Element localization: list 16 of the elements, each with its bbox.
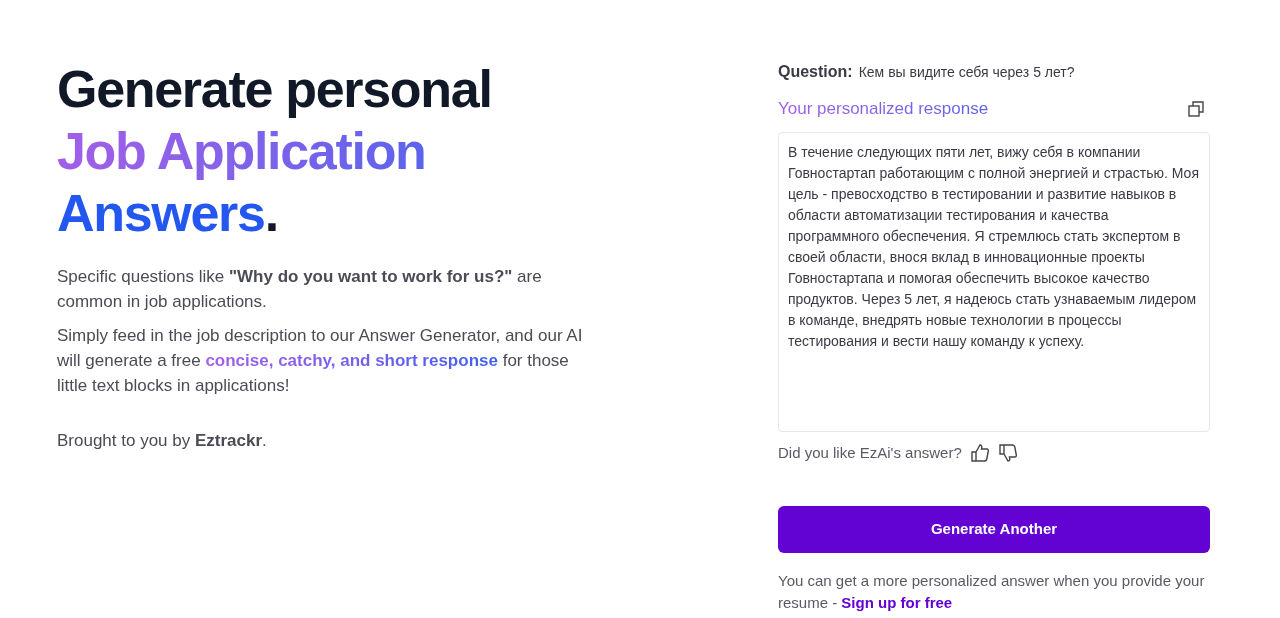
headline-period: . <box>264 183 278 244</box>
feedback-prompt: Did you like EzAi's answer? <box>778 442 962 463</box>
response-field[interactable]: В течение следующих пяти лет, вижу себя в компании Говностартап работающим с полной энергией и страстью. Моя цель - превосходство в тестировании и развитие навыков в области автоматизации тестирования и качества программного обеспечения. Я стремлюсь стать экспертом в своей области, внося вклад в инновационные проекты Говностартапа и помогая обеспечить высокое качество продуктов. Через 5 лет, я надеюсь стать узнаваемым лидером в команде, внедрять новые технологии в процессы тестирования и вести нашу команду к успеху. <box>778 131 1210 432</box>
intro-paragraph: Specific questions like "Why do you want to work for us?" are common in job applications. <box>57 266 543 313</box>
description-paragraph: Simply feed in the job description to our Answer Generator, and our AI will generate a free concise, catchy, and short response for those little text blocks in applications! <box>57 325 584 397</box>
generate-another-button[interactable]: Generate Another <box>778 506 1210 553</box>
headline: Answers <box>57 183 265 244</box>
signup-note: You can get a more personalized answer when you provide your resume - Sign up for free <box>778 571 1206 613</box>
copy-icon[interactable] <box>1188 100 1204 117</box>
credit-text: Brought to you by Eztrackr. <box>57 430 268 452</box>
signup-link[interactable]: Sign up for free <box>841 594 953 611</box>
question-text: Кем вы видите себя через 5 лет? <box>858 63 1075 82</box>
question-label: Question: <box>778 62 853 82</box>
thumbs-down-icon[interactable] <box>997 442 1018 463</box>
headline: Generate personal <box>57 59 492 120</box>
thumbs-up-icon[interactable] <box>969 442 990 463</box>
